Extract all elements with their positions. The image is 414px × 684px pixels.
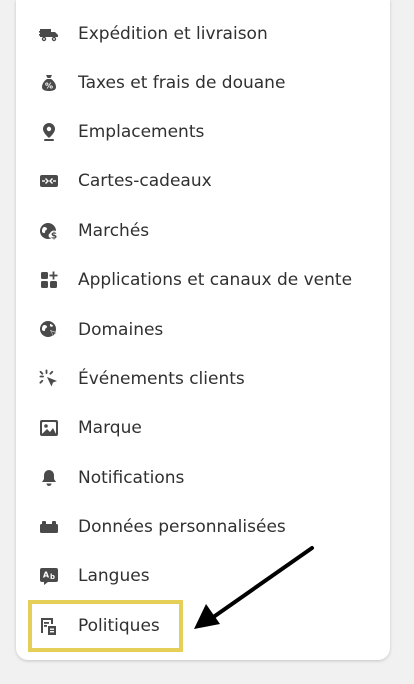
menu-item-label: Politiques xyxy=(78,616,160,636)
menu-item-customer-events[interactable]: Événements clients xyxy=(16,359,390,399)
database-icon xyxy=(38,516,60,538)
menu-item-label: Marque xyxy=(78,418,142,438)
menu-item-locations[interactable]: Emplacements xyxy=(16,112,390,152)
menu-item-gift-cards[interactable]: Cartes-cadeaux xyxy=(16,161,390,201)
globe-dollar-icon: $ xyxy=(38,220,60,242)
menu-item-policies[interactable]: Politiques xyxy=(16,606,390,646)
money-bag-icon: % xyxy=(38,72,60,94)
menu-item-markets[interactable]: $ Marchés xyxy=(16,211,390,251)
menu-item-label: Taxes et frais de douane xyxy=(78,73,286,93)
menu-item-label: Expédition et livraison xyxy=(78,24,268,44)
menu-item-label: Domaines xyxy=(78,320,164,340)
image-icon xyxy=(38,417,60,439)
menu-item-label: Notifications xyxy=(78,468,185,488)
cursor-click-icon xyxy=(38,368,60,390)
menu-item-taxes[interactable]: % Taxes et frais de douane xyxy=(16,63,390,103)
menu-item-apps-sales-channels[interactable]: Applications et canaux de vente xyxy=(16,260,390,300)
menu-item-languages[interactable]: Ab Langues xyxy=(16,556,390,596)
menu-item-notifications[interactable]: Notifications xyxy=(16,458,390,498)
menu-item-label: Langues xyxy=(78,566,150,586)
menu-item-brand[interactable]: Marque xyxy=(16,408,390,448)
policy-icon xyxy=(38,615,60,637)
menu-item-label: Marchés xyxy=(78,221,150,241)
menu-item-custom-data[interactable]: Données personnalisées xyxy=(16,507,390,547)
menu-item-label: Emplacements xyxy=(78,122,205,142)
svg-text:A: A xyxy=(43,571,50,580)
svg-text:%: % xyxy=(45,82,53,91)
menu-item-label: Applications et canaux de vente xyxy=(78,270,353,290)
apps-plus-icon xyxy=(38,269,60,291)
menu-item-shipping[interactable]: Expédition et livraison xyxy=(16,14,390,54)
menu-item-label: Événements clients xyxy=(78,369,245,389)
location-pin-icon xyxy=(38,121,60,143)
settings-menu-panel: Expédition et livraison % Taxes et frais… xyxy=(16,0,390,660)
svg-text:b: b xyxy=(50,573,55,581)
translate-icon: Ab xyxy=(38,565,60,587)
svg-text:$: $ xyxy=(51,232,57,242)
menu-item-label: Données personnalisées xyxy=(78,517,286,537)
truck-icon xyxy=(38,23,60,45)
bell-icon xyxy=(38,467,60,489)
gift-card-icon xyxy=(38,170,60,192)
globe-cursor-icon xyxy=(38,319,60,341)
menu-item-label: Cartes-cadeaux xyxy=(78,171,212,191)
menu-item-domains[interactable]: Domaines xyxy=(16,310,390,350)
